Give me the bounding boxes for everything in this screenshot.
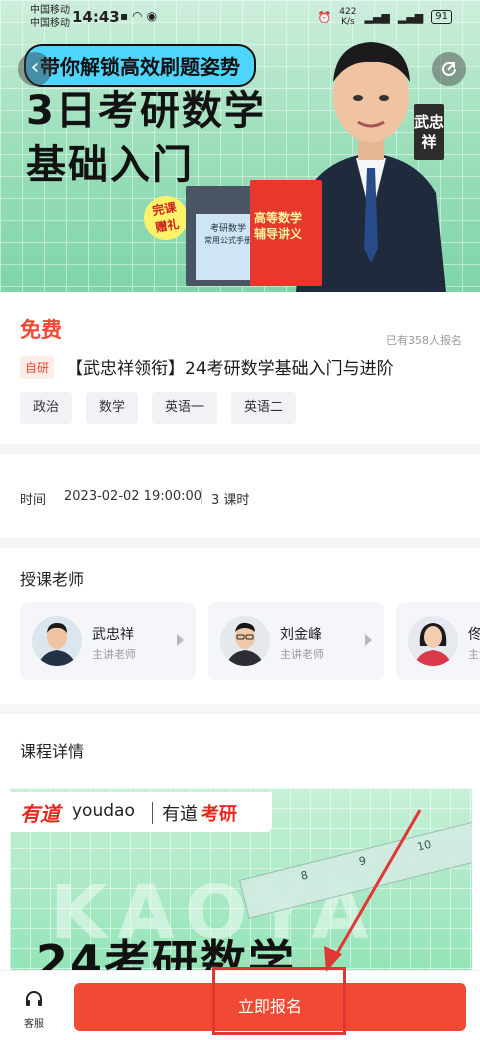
subject-tags: 政治 数学 英语一 英语二 [20,392,297,424]
details-section-title: 课程详情 [20,742,85,761]
headset-icon [26,991,42,1006]
course-info-card: 免费 已有358人报名 自研 【武忠祥领衔】24考研数学基础入门与进阶 政治 数… [0,292,480,444]
teacher-name-tag: 武忠祥 [414,104,444,160]
tag-politics[interactable]: 政治 [20,392,73,424]
hero-title: 3日考研数学 基础入门 [26,84,266,192]
course-price: 免费 [20,318,62,342]
hero-tagline: 带你解锁高效刷题姿势 [24,44,256,87]
youdao-logo: 有道 youdao 有道 考研 [10,792,272,832]
teacher-card[interactable]: 佟 主讲老师 [396,602,480,680]
customer-service-label: 客服 [24,1019,44,1030]
book2-title: 高等数学 辅导讲义 [254,210,302,242]
teacher-card[interactable]: 刘金峰 主讲老师 [208,602,384,680]
logo-product-b: 考研 [201,804,237,825]
teacher-name: 佟 [468,627,480,643]
tag-english-2[interactable]: 英语二 [231,392,297,424]
share-button[interactable] [432,52,466,86]
ruler-number: 9 [357,853,368,869]
logo-youdao-en: youdao [72,801,135,821]
back-arrow-icon: ‹ [30,55,40,80]
book2-title-line2: 辅导讲义 [254,227,303,241]
logo-product-a: 有道 [162,804,198,825]
notification-icons: ▪◠◉ [120,9,161,23]
teachers-section: 授课老师 武忠祥 主讲老师 刘金峰 主讲老师 佟 主 [0,548,480,704]
annotation-highlight-box [212,967,346,1035]
teacher-role: 主讲老师 [468,648,480,661]
teacher-card[interactable]: 武忠祥 主讲老师 [20,602,196,680]
carrier-labels: 中国移动 中国移动 [30,4,70,30]
customer-service-button[interactable]: 客服 [14,989,54,1030]
teacher-3-avatar-image [408,616,458,666]
book-advanced-math: 高等数学 辅导讲义 [250,180,322,286]
message-icon: ▪ [120,9,133,23]
course-poster-image: KAOYA 8 9 10 有道 youdao 有道 考研 24考研数学 [10,788,472,982]
hero-title-line1: 3日考研数学 [26,88,266,134]
avatar [408,616,458,666]
lesson-count: 3 课时 [211,493,250,508]
hero-title-line2: 基础入门 [26,142,194,188]
status-time: 14:43 [72,8,120,26]
ruler-number: 10 [415,837,433,854]
net-speed-value: 422 [339,7,357,17]
eye-icon: ◉ [146,9,162,23]
logo-divider [152,802,153,824]
divider [201,488,202,504]
course-title: 【武忠祥领衔】24考研数学基础入门与进阶 [66,359,394,379]
teacher-1-avatar-image [32,616,82,666]
headphone-icon: ◠ [132,9,147,23]
teacher-2-avatar-image [220,616,270,666]
time-label: 时间 [20,493,47,508]
book2-title-line1: 高等数学 [254,211,303,225]
ruler-number: 8 [299,868,310,883]
teachers-section-title: 授课老师 [20,570,85,589]
carrier-1: 中国移动 [30,5,70,16]
course-details-section: 课程详情 KAOYA 8 9 10 有道 youdao 有道 考研 24考研数学 [0,714,480,982]
logo-youdao-cn: 有道 [20,802,60,826]
teacher-role: 主讲老师 [280,648,324,661]
tag-math[interactable]: 数学 [86,392,139,424]
carrier-2: 中国移动 [30,18,70,29]
start-datetime: 2023-02-02 19:00:00 [64,489,203,504]
teacher-name: 武忠祥 [92,627,134,643]
self-developed-badge: 自研 [20,356,55,379]
chevron-right-icon [177,634,184,646]
avatar [32,616,82,666]
teacher-role: 主讲老师 [92,648,136,661]
tag-english-1[interactable]: 英语一 [152,392,218,424]
share-icon [442,62,456,76]
chevron-right-icon [365,634,372,646]
schedule-card: 时间 2023-02-02 19:00:00 3 课时 [0,454,480,538]
hero-banner: 中国移动 中国移动 14:43 ▪◠◉ ⏰ 422 K/s ▂▄▆ ▂▄▆ 91… [0,0,480,292]
enrolled-count: 已有358人报名 [386,334,462,347]
back-button[interactable]: ‹ [18,52,52,86]
avatar [220,616,270,666]
teacher-name: 刘金峰 [280,627,322,643]
